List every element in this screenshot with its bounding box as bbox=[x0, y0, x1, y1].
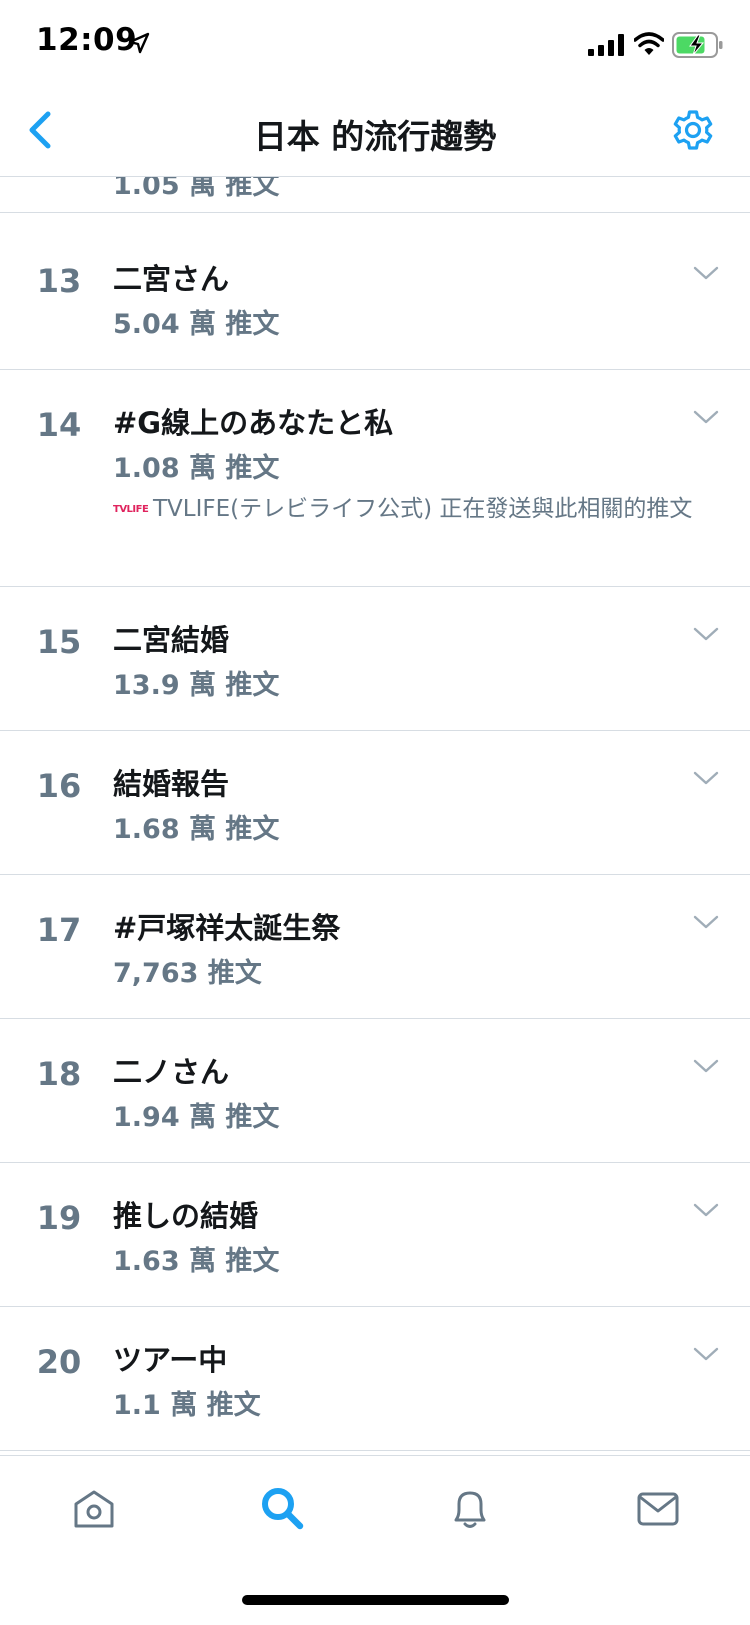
search-icon[interactable] bbox=[258, 1484, 306, 1532]
bell-icon[interactable] bbox=[446, 1484, 494, 1532]
home-indicator[interactable] bbox=[242, 1595, 509, 1605]
status-bar: 12:09 bbox=[0, 0, 750, 88]
trend-context: TVLIFE TVLIFE(テレビライフ公式) 正在發送與此相關的推文 bbox=[113, 494, 703, 525]
trend-name[interactable]: 推しの結婚 bbox=[113, 1193, 258, 1235]
chevron-down-icon[interactable] bbox=[692, 1057, 720, 1075]
battery-charging-icon bbox=[672, 32, 723, 58]
envelope-icon[interactable] bbox=[634, 1484, 682, 1532]
trend-name[interactable]: 二ノさん bbox=[113, 1049, 229, 1091]
status-time: 12:09 bbox=[36, 22, 138, 58]
trend-name[interactable]: ツアー中 bbox=[113, 1337, 227, 1379]
trend-row[interactable]: 18 二ノさん 1.94 萬 推文 bbox=[0, 1019, 750, 1163]
trend-row[interactable]: 16 結婚報告 1.68 萬 推文 bbox=[0, 731, 750, 875]
trend-rank: 13 bbox=[36, 262, 82, 300]
trend-name[interactable]: 二宮結婚 bbox=[113, 617, 229, 659]
page-title: 日本 的流行趨勢 bbox=[253, 117, 497, 156]
chevron-down-icon[interactable] bbox=[692, 769, 720, 787]
trend-rank: 15 bbox=[36, 623, 82, 661]
trend-row[interactable]: 13 二宮さん 5.04 萬 推文 bbox=[0, 226, 750, 370]
trend-tweet-count: 1.08 萬 推文 bbox=[113, 453, 280, 484]
wifi-icon bbox=[634, 32, 664, 55]
trend-tweet-count: 13.9 萬 推文 bbox=[113, 670, 280, 701]
trend-name[interactable]: #戸塚祥太誕生祭 bbox=[113, 905, 340, 947]
trend-tweet-count: 1.05 萬 推文 bbox=[113, 177, 280, 201]
gear-icon[interactable] bbox=[669, 106, 717, 154]
chevron-down-icon[interactable] bbox=[692, 1345, 720, 1363]
trend-context-text: TVLIFE(テレビライフ公式) 正在發送與此相關的推文 bbox=[153, 496, 693, 522]
trend-rows: 13 二宮さん 5.04 萬 推文 14 #G線上のあなたと私 1.08 萬 推… bbox=[0, 226, 750, 1451]
trend-name[interactable]: #G線上のあなたと私 bbox=[113, 400, 393, 442]
trend-row[interactable]: 19 推しの結婚 1.63 萬 推文 bbox=[0, 1163, 750, 1307]
tab-bar bbox=[0, 1455, 750, 1625]
chevron-down-icon[interactable] bbox=[692, 408, 720, 426]
trends-list: 1.05 萬 推文 13 二宮さん 5.04 萬 推文 14 #G線上のあなたと… bbox=[0, 177, 750, 1455]
location-arrow-icon bbox=[128, 32, 150, 54]
trend-tweet-count: 7,763 推文 bbox=[113, 958, 262, 989]
chevron-down-icon[interactable] bbox=[692, 913, 720, 931]
trend-name[interactable]: 結婚報告 bbox=[113, 761, 229, 803]
cellular-signal-icon bbox=[588, 34, 624, 56]
trend-name[interactable]: 二宮さん bbox=[113, 256, 229, 298]
chevron-down-icon[interactable] bbox=[692, 264, 720, 282]
chevron-down-icon[interactable] bbox=[692, 625, 720, 643]
trend-tweet-count: 5.04 萬 推文 bbox=[113, 309, 280, 340]
trend-rank: 16 bbox=[36, 767, 82, 805]
trend-tweet-count: 1.1 萬 推文 bbox=[113, 1390, 261, 1421]
trend-row[interactable]: 17 #戸塚祥太誕生祭 7,763 推文 bbox=[0, 875, 750, 1019]
trend-rank: 17 bbox=[36, 911, 82, 949]
trend-tweet-count: 1.68 萬 推文 bbox=[113, 814, 280, 845]
tvlife-logo: TVLIFE bbox=[113, 504, 149, 515]
trend-row[interactable]: 20 ツアー中 1.1 萬 推文 bbox=[0, 1307, 750, 1451]
trend-tweet-count: 1.94 萬 推文 bbox=[113, 1102, 280, 1133]
trend-rank: 19 bbox=[36, 1199, 82, 1237]
trend-rank: 20 bbox=[36, 1343, 82, 1381]
trend-row[interactable]: 14 #G線上のあなたと私 1.08 萬 推文 TVLIFE TVLIFE(テレ… bbox=[0, 370, 750, 587]
trend-rank: 18 bbox=[36, 1055, 82, 1093]
trend-row-partial[interactable]: 1.05 萬 推文 bbox=[0, 177, 750, 213]
trend-row[interactable]: 15 二宮結婚 13.9 萬 推文 bbox=[0, 587, 750, 731]
home-icon[interactable] bbox=[70, 1484, 118, 1532]
trend-tweet-count: 1.63 萬 推文 bbox=[113, 1246, 280, 1277]
nav-header: 日本 的流行趨勢 bbox=[0, 88, 750, 177]
chevron-down-icon[interactable] bbox=[692, 1201, 720, 1219]
trend-rank: 14 bbox=[36, 406, 82, 444]
